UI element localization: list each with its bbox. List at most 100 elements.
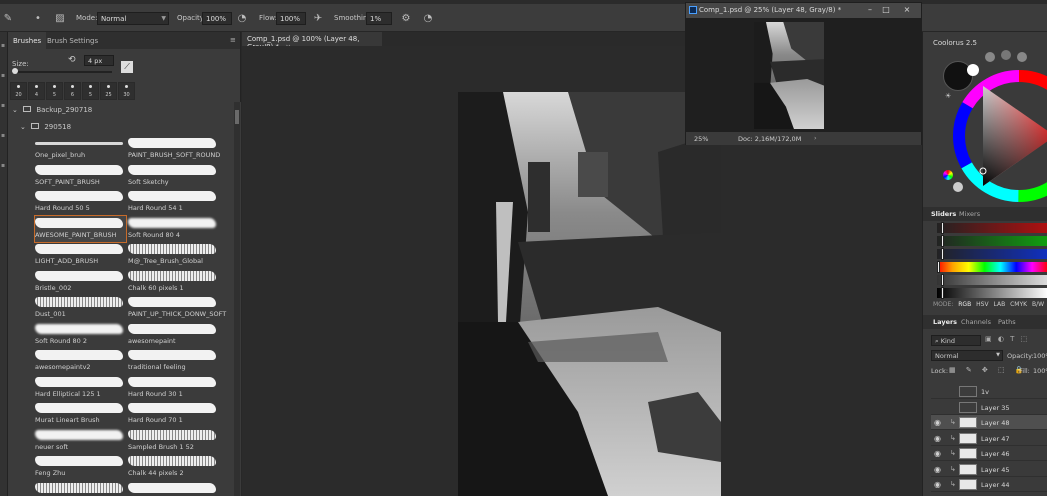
green-slider[interactable] (937, 235, 1047, 247)
brush-preset[interactable]: Hard Round 70 1 (128, 401, 219, 427)
blue-slider[interactable] (937, 248, 1047, 260)
layer-row[interactable]: ◉ ↳ Layer 45 (931, 462, 1047, 477)
tool-icon[interactable]: ▪ (1, 132, 7, 139)
preset-icon[interactable] (1001, 50, 1011, 60)
brush-preset[interactable]: One_pixel_bruh (35, 136, 126, 162)
brush-preset[interactable]: AWESOME_PAINT_BRUSH (34, 214, 127, 243)
gear-icon[interactable]: ⚙ (400, 13, 412, 25)
brush-preset[interactable]: Soft Round 80 4 (128, 216, 219, 242)
brush-preset[interactable]: Murat Lineart Brush (35, 401, 126, 427)
slider-handle[interactable] (941, 222, 944, 234)
layer-row[interactable]: ◉ ↳ Layer 44 (931, 477, 1047, 492)
blend-mode-dropdown[interactable]: Normal ▼ (931, 350, 1003, 361)
brush-preset[interactable]: neuer soft (35, 428, 126, 454)
tool-icon[interactable]: ▪ (1, 42, 7, 49)
brush-preset[interactable]: Hard Elliptical 125 1 (35, 375, 126, 401)
scrollbar-thumb[interactable] (235, 110, 239, 124)
brush-preset[interactable] (128, 481, 219, 496)
recent-tip[interactable]: 4 (28, 82, 45, 100)
brush-preset[interactable]: LIGHT_ADD_BRUSH (35, 242, 126, 268)
new-brush-icon[interactable]: ⟋ (121, 61, 133, 73)
layer-filter-icons[interactable]: ▣ ◐ T ⬚ (985, 335, 1029, 343)
tool-icon[interactable]: ▪ (1, 162, 7, 169)
layer-row[interactable]: Layer 35 (931, 400, 1047, 415)
panel-menu-icon[interactable]: ≡ (228, 32, 238, 49)
hue-preset-icon[interactable] (943, 170, 953, 180)
layer-row[interactable]: ◉ ↳ Layer 46 (931, 446, 1047, 461)
preset-icon[interactable] (1017, 52, 1027, 62)
preset-icon[interactable] (985, 52, 995, 62)
brush-preset[interactable]: Chalk 60 pixels 1 (128, 269, 219, 295)
red-slider[interactable] (937, 222, 1047, 234)
mode-dropdown[interactable]: Normal ▼ (97, 12, 169, 25)
recent-tip[interactable]: 6 (64, 82, 81, 100)
brush-preset[interactable]: M@_Tree_Brush_Global (128, 242, 219, 268)
maximize-icon[interactable]: □ (881, 5, 891, 15)
close-icon[interactable]: × (902, 5, 912, 15)
brush-preset[interactable]: SOFT_PAINT_BRUSH (35, 163, 126, 189)
eye-icon[interactable]: ◉ (934, 465, 941, 474)
hue-slider[interactable] (937, 261, 1047, 273)
brush-preset[interactable]: Hard Round 50 5 (35, 189, 126, 215)
brush-preset[interactable]: Bristle_002 (35, 269, 126, 295)
brush-list-scrollbar[interactable] (234, 102, 240, 496)
brush-preset[interactable]: Hard Round 30 1 (128, 375, 219, 401)
brightness-slider[interactable] (937, 287, 1047, 299)
slider-handle[interactable] (941, 274, 944, 286)
size-slider[interactable] (12, 71, 112, 73)
brush-preset[interactable]: Soft Round 80 2 (35, 322, 126, 348)
recent-tip[interactable]: 5 (82, 82, 99, 100)
eye-icon[interactable]: ◉ (934, 480, 941, 489)
mode-lab[interactable]: LAB (993, 301, 1005, 308)
minimize-icon[interactable]: – (865, 5, 875, 15)
layer-row[interactable]: ◉ ↳ Layer 47 (931, 431, 1047, 446)
brush-preset[interactable]: Feng Zhu (35, 454, 126, 480)
mode-rgb[interactable]: RGB (958, 301, 971, 308)
tab-brushes[interactable]: Brushes (8, 32, 47, 49)
tool-icon[interactable]: ▪ (1, 102, 7, 109)
folder-row[interactable]: ⌄ Backup_290718 (12, 106, 92, 114)
brush-preset[interactable]: Sampled Brush 1 52 (128, 428, 219, 454)
chevron-right-icon[interactable]: › (814, 134, 817, 142)
eye-icon[interactable]: ◉ (934, 434, 941, 443)
reset-size-icon[interactable]: ⟲ (68, 55, 76, 65)
window-viewport[interactable] (686, 18, 921, 132)
tool-icon[interactable]: ▪ (1, 72, 7, 79)
tab-channels[interactable]: Channels (961, 318, 991, 326)
slider-handle[interactable] (941, 287, 944, 299)
layer-kind-filter[interactable]: ⌕ Kind (931, 335, 981, 346)
brush-preset[interactable]: traditional feeling (128, 348, 219, 374)
slider-handle[interactable] (941, 248, 944, 260)
brush-preset-picker-icon[interactable]: • (32, 13, 44, 25)
tab-sliders[interactable]: Sliders (931, 210, 956, 218)
brush-preset[interactable]: Soft Sketchy (128, 163, 219, 189)
folder-row[interactable]: ⌄ 290518 (20, 123, 71, 131)
tab-paths[interactable]: Paths (998, 318, 1016, 326)
tab-brush-settings[interactable]: Brush Settings (42, 32, 103, 49)
brush-preset[interactable]: awesomepaint (128, 322, 219, 348)
artwork-canvas[interactable] (458, 92, 721, 496)
tab-layers[interactable]: Layers (933, 318, 957, 326)
tab-mixers[interactable]: Mixers (959, 210, 980, 218)
pressure-opacity-icon[interactable]: ◔ (236, 13, 248, 25)
flow-field[interactable]: 100% (276, 12, 306, 25)
airbrush-icon[interactable]: ✈ (312, 13, 324, 25)
document-tab[interactable]: Comp_1.psd @ 100% (Layer 48, Gray/8) * × (242, 32, 382, 51)
brush-preset[interactable]: PAINT_UP_THICK_DONW_SOFT (128, 295, 226, 321)
brush-preset[interactable]: awesomepaintv2 (35, 348, 126, 374)
zoom-level[interactable]: 25% (694, 135, 708, 143)
slider-handle[interactable] (937, 261, 940, 273)
brush-tool-icon[interactable]: ✎ (2, 13, 14, 25)
smoothing-field[interactable]: 1% (366, 12, 392, 25)
size-slider-handle[interactable] (12, 68, 18, 74)
mode-hsv[interactable]: HSV (976, 301, 988, 308)
layer-opacity-value[interactable]: 100% (1033, 352, 1047, 360)
layer-row[interactable]: ◉ ↳ Layer 48 (931, 415, 1047, 430)
slider-handle[interactable] (941, 235, 944, 247)
saturation-slider[interactable] (937, 274, 1047, 286)
fill-value[interactable]: 100% (1033, 367, 1047, 375)
recent-tip[interactable]: 30 (118, 82, 135, 100)
eye-icon[interactable]: ◉ (934, 418, 941, 427)
size-field[interactable]: 4 px (84, 55, 114, 66)
window-titlebar[interactable]: Comp_1.psd @ 25% (Layer 48, Gray/8) * – … (686, 3, 921, 18)
